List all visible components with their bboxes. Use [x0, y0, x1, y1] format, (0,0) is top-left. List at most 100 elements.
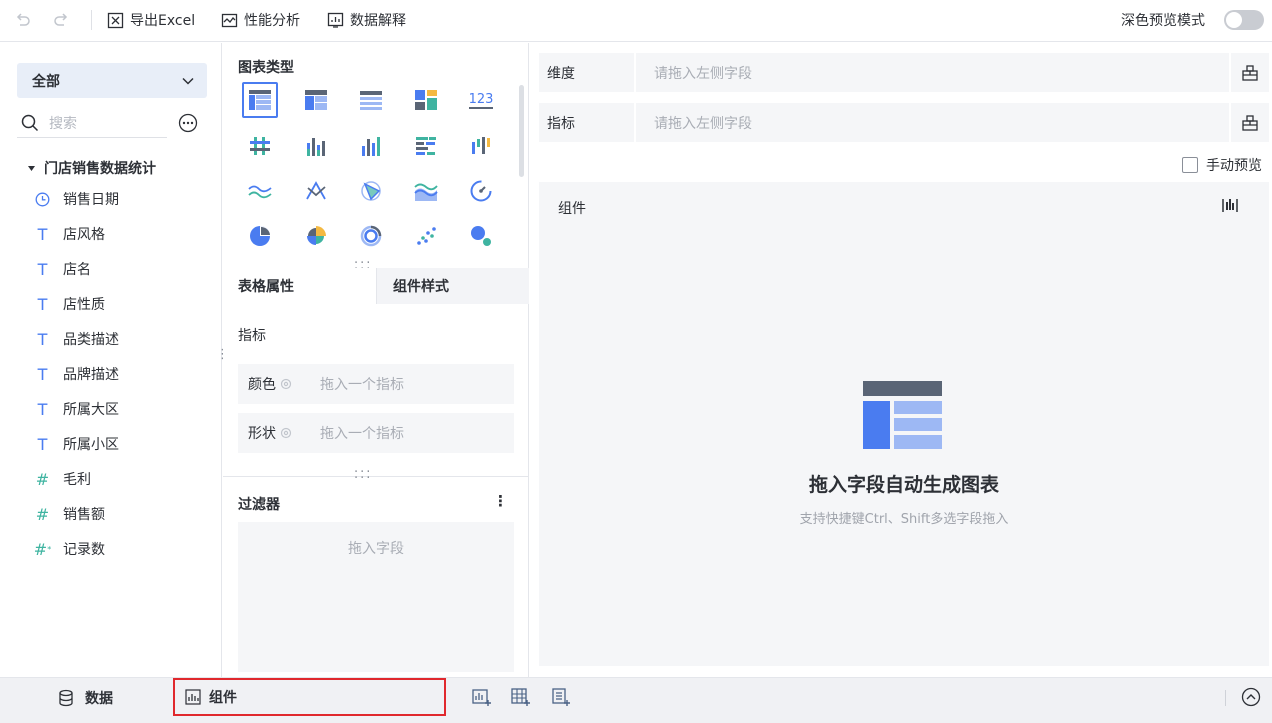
manual-preview-checkbox[interactable]: 手动预览 — [1182, 155, 1262, 175]
component-tab[interactable]: 组件 — [173, 678, 446, 716]
add-component-button[interactable] — [472, 687, 492, 707]
field-label: 店性质 — [63, 297, 105, 313]
table-chart-icon[interactable] — [242, 82, 278, 118]
dark-preview-toggle[interactable] — [1224, 10, 1264, 30]
line-chart-icon[interactable] — [242, 173, 278, 209]
database-icon — [59, 689, 73, 707]
performance-analysis-button[interactable]: 性能分析 — [221, 0, 300, 40]
tab-component-style[interactable]: 组件样式 — [376, 268, 529, 304]
add-table-icon — [511, 688, 530, 706]
column-chart-icon[interactable] — [353, 128, 389, 164]
cross-table-icon[interactable] — [298, 82, 334, 118]
field-item[interactable]: T 店性质 — [34, 292, 105, 316]
more-options-button[interactable] — [178, 113, 198, 133]
measure-placeholder: 请拖入左侧字段 — [654, 115, 752, 132]
field-item[interactable]: T 品牌描述 — [34, 362, 119, 386]
kpi-number-icon[interactable]: 123 — [463, 82, 499, 118]
ring-chart-icon[interactable] — [353, 218, 389, 254]
manual-preview-label: 手动预览 — [1206, 158, 1262, 174]
shape-drop-zone[interactable]: 形状 拖入一个指标 — [238, 413, 514, 453]
radar-chart-icon[interactable] — [353, 173, 389, 209]
chevron-up-circle-icon — [1241, 687, 1261, 707]
filter-drop-zone[interactable]: 拖入字段 — [238, 522, 514, 672]
text-type-icon: T — [37, 224, 48, 244]
field-search[interactable]: 搜索 — [17, 109, 167, 138]
text-type-icon: T — [37, 259, 48, 279]
rose-chart-icon[interactable] — [298, 218, 334, 254]
filter-placeholder: 拖入字段 — [348, 541, 404, 557]
field-item[interactable]: # * 记录数 — [34, 537, 105, 561]
text-type-icon: T — [37, 434, 48, 454]
field-label: 销售日期 — [63, 192, 119, 208]
field-label: 品类描述 — [63, 332, 119, 348]
undo-icon — [16, 13, 30, 26]
radar-line-icon[interactable] — [298, 173, 334, 209]
gauge-chart-icon[interactable] — [463, 173, 499, 209]
detail-table-icon[interactable] — [353, 82, 389, 118]
scope-select[interactable]: 全部 — [17, 63, 207, 98]
stacked-column-icon[interactable] — [298, 128, 334, 164]
performance-label: 性能分析 — [244, 13, 300, 29]
data-explain-button[interactable]: 数据解释 — [327, 0, 406, 40]
color-label: 颜色 — [248, 377, 276, 393]
add-detail-table-button[interactable] — [551, 687, 571, 707]
field-item[interactable]: T 店名 — [34, 257, 91, 281]
chart-type-scrollbar[interactable] — [519, 85, 524, 177]
redo-button[interactable] — [52, 0, 70, 40]
measures-section-label: 指标 — [238, 328, 266, 344]
text-type-icon: T — [37, 399, 48, 419]
hierarchy-button[interactable] — [1229, 103, 1269, 142]
collapse-button[interactable] — [1241, 687, 1261, 707]
bubble-chart-icon[interactable] — [463, 218, 499, 254]
dimension-drop-zone[interactable]: 维度 请拖入左侧字段 — [539, 53, 1269, 92]
field-item[interactable]: T 所属大区 — [34, 397, 119, 421]
area-chart-icon[interactable] — [408, 173, 444, 209]
dark-preview-text: 深色预览模式 — [1121, 13, 1205, 29]
add-cross-table-button[interactable] — [511, 687, 531, 707]
dataset-node[interactable]: 门店销售数据统计 — [27, 158, 156, 178]
resize-handle[interactable]: ······ — [354, 466, 372, 485]
chart-settings-button[interactable] — [1221, 196, 1239, 214]
dataset-name: 门店销售数据统计 — [44, 161, 156, 177]
undo-button[interactable] — [14, 0, 32, 40]
hierarchy-icon — [1242, 64, 1258, 81]
combo-table-icon[interactable] — [408, 82, 444, 118]
field-item[interactable]: # 毛利 — [34, 467, 91, 491]
bar-chart-icon[interactable] — [408, 128, 444, 164]
component-title: 组件 — [558, 201, 586, 217]
component-canvas[interactable]: 组件 拖入字段自动生成图表 支持快捷键Ctrl、Shift多选字段拖入 — [539, 182, 1269, 666]
dark-preview-label: 深色预览模式 — [1121, 0, 1205, 40]
field-item[interactable]: T 店风格 — [34, 222, 105, 246]
component-tab-label: 组件 — [209, 690, 237, 706]
checkbox-box[interactable] — [1182, 157, 1198, 173]
hierarchy-icon — [1242, 114, 1258, 131]
field-item[interactable]: T 品类描述 — [34, 327, 119, 351]
pie-chart-icon[interactable] — [242, 218, 278, 254]
chart-config-panel: 图表类型 123 ··· 表格属性 组件样式 指标 颜色 拖入一个指标 形状 拖… — [223, 43, 529, 677]
field-label: 记录数 — [63, 542, 105, 558]
toggle-knob — [1226, 12, 1242, 28]
tab-table-properties[interactable]: 表格属性 — [223, 268, 376, 304]
data-explain-label: 数据解释 — [350, 13, 406, 29]
field-label: 店风格 — [63, 227, 105, 243]
search-icon — [21, 114, 39, 132]
empty-state-title: 拖入字段自动生成图表 — [808, 474, 999, 496]
measure-drop-zone[interactable]: 指标 请拖入左侧字段 — [539, 103, 1269, 142]
section-divider — [223, 476, 529, 477]
hierarchy-button[interactable] — [1229, 53, 1269, 92]
filter-more-button[interactable]: ⋮ — [493, 492, 508, 510]
count-type-icon: # * — [33, 539, 52, 559]
number-type-icon: # — [35, 504, 50, 524]
data-tab[interactable]: 数据 — [57, 678, 113, 718]
chart-type-title: 图表类型 — [238, 60, 294, 76]
gear-icon — [280, 378, 292, 390]
export-excel-button[interactable]: 导出Excel — [107, 0, 195, 40]
clock-icon — [34, 191, 51, 208]
scatter-chart-icon[interactable] — [408, 218, 444, 254]
field-item[interactable]: # 销售额 — [34, 502, 105, 526]
range-column-icon[interactable] — [463, 128, 499, 164]
field-item[interactable]: 销售日期 — [34, 187, 119, 211]
grouped-bar-icon[interactable] — [242, 128, 278, 164]
field-item[interactable]: T 所属小区 — [34, 432, 119, 456]
color-drop-zone[interactable]: 颜色 拖入一个指标 — [238, 364, 514, 404]
